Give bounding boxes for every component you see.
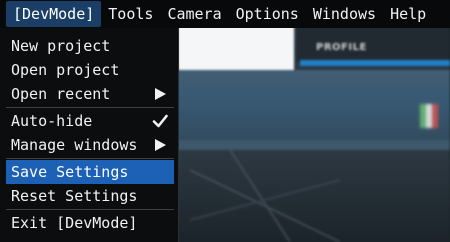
menu-options[interactable]: Options — [229, 1, 306, 27]
menu-item-manage-windows-label: Manage windows — [11, 136, 138, 154]
menu-separator — [6, 209, 174, 210]
menu-camera[interactable]: Camera — [160, 1, 228, 27]
checkmark-icon — [152, 114, 168, 128]
menu-separator — [6, 107, 174, 108]
background-flag — [420, 104, 438, 128]
menu-item-auto-hide[interactable]: Auto-hide — [6, 109, 174, 133]
menu-item-open-recent[interactable]: Open recent — [6, 82, 174, 106]
menu-item-auto-hide-label: Auto-hide — [11, 112, 93, 130]
background-profile-label: PROFILE — [316, 42, 367, 53]
menu-item-open-recent-label: Open recent — [11, 85, 111, 103]
menu-bar: [DevMode] Tools Camera Options Windows H… — [0, 0, 450, 28]
menu-item-save-settings[interactable]: Save Settings — [6, 160, 174, 184]
menu-devmode[interactable]: [DevMode] — [6, 1, 102, 27]
menu-help[interactable]: Help — [383, 1, 433, 27]
menu-item-reset-settings[interactable]: Reset Settings — [6, 184, 174, 208]
background-band — [178, 70, 450, 140]
devmode-dropdown-menu: New project Open project Open recent Aut… — [0, 28, 179, 242]
menu-item-manage-windows[interactable]: Manage windows — [6, 133, 174, 157]
menu-tools[interactable]: Tools — [101, 1, 160, 27]
menu-windows[interactable]: Windows — [306, 1, 383, 27]
menu-item-exit-devmode[interactable]: Exit [DevMode] — [6, 211, 174, 235]
background-truss-lines — [190, 150, 340, 242]
menu-item-new-project[interactable]: New project — [6, 34, 174, 58]
menu-item-open-project[interactable]: Open project — [6, 58, 174, 82]
submenu-arrow-icon — [155, 139, 166, 151]
submenu-arrow-icon — [155, 88, 166, 100]
menu-separator — [6, 158, 174, 159]
background-white-panel — [178, 24, 294, 70]
background-blue-bar — [300, 60, 450, 66]
